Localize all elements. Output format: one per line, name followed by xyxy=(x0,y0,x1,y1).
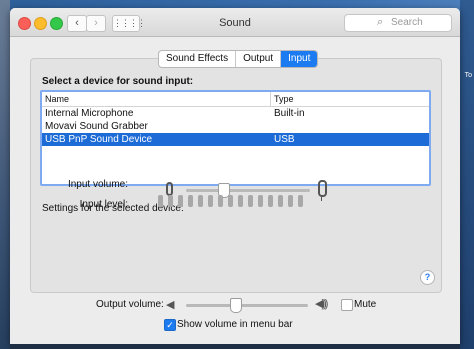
column-header-type[interactable]: Type xyxy=(274,94,294,104)
output-volume-slider-knob[interactable] xyxy=(229,298,242,313)
sound-preferences-window: ‹ › ⋮⋮⋮⋮ Sound ⌕ Search Sound Effects Ou… xyxy=(10,8,460,344)
microphone-icon xyxy=(166,182,173,200)
level-bar xyxy=(248,195,253,207)
device-type: USB xyxy=(274,134,295,145)
device-name: Movavi Sound Grabber xyxy=(45,121,148,132)
search-icon: ⌕ xyxy=(377,16,384,28)
tab-output[interactable]: Output xyxy=(236,51,282,67)
input-volume-track[interactable] xyxy=(186,189,310,192)
table-row[interactable]: Movavi Sound Grabber xyxy=(42,120,429,133)
tab-input[interactable]: Input xyxy=(281,51,318,67)
table-row-selected[interactable]: USB PnP Sound Device USB xyxy=(42,133,429,146)
title-bar: ‹ › ⋮⋮⋮⋮ Sound ⌕ Search xyxy=(10,8,460,37)
input-panel: Select a device for sound input: Name Ty… xyxy=(30,58,442,293)
level-bar xyxy=(288,195,293,207)
device-type: Built-in xyxy=(274,108,305,119)
device-name: USB PnP Sound Device xyxy=(45,134,153,145)
level-bar xyxy=(268,195,273,207)
device-list-heading: Select a device for sound input: xyxy=(42,76,194,87)
level-bar xyxy=(238,195,243,207)
speaker-icon: ◀ xyxy=(166,299,175,311)
level-bar xyxy=(188,195,193,207)
input-level-label: Input level: xyxy=(79,199,128,210)
search-placeholder: Search xyxy=(391,17,423,28)
microphone-icon xyxy=(318,180,327,201)
tab-bar: Sound Effects Output Input xyxy=(158,50,319,68)
output-volume-track[interactable] xyxy=(186,304,308,307)
output-volume-label: Output volume: xyxy=(96,299,164,310)
input-volume-label: Input volume: xyxy=(67,179,128,190)
mute-checkbox[interactable] xyxy=(341,299,353,311)
level-bar xyxy=(298,195,303,207)
desktop-text: To xyxy=(464,72,472,79)
level-bar xyxy=(228,195,233,207)
dock-strip xyxy=(10,344,460,349)
show-volume-label: Show volume in menu bar xyxy=(177,319,293,330)
mute-label: Mute xyxy=(354,299,377,310)
level-bar xyxy=(218,195,223,207)
level-bar xyxy=(168,195,173,207)
table-header: Name Type xyxy=(42,92,429,107)
device-name: Internal Microphone xyxy=(45,108,134,119)
level-bar xyxy=(198,195,203,207)
help-button[interactable]: ? xyxy=(420,270,435,285)
level-bar xyxy=(158,195,163,207)
show-volume-checkbox[interactable]: ✓ xyxy=(164,319,176,331)
device-table[interactable]: Name Type Internal Microphone Built-in M… xyxy=(40,90,431,186)
level-bar xyxy=(258,195,263,207)
desktop-left-edge xyxy=(0,0,10,349)
tab-sound-effects[interactable]: Sound Effects xyxy=(159,51,237,67)
desktop-right-edge xyxy=(460,0,474,349)
level-bar xyxy=(208,195,213,207)
speaker-loud-icon: ◀))) xyxy=(315,298,329,310)
column-divider xyxy=(270,92,271,106)
checkmark-icon: ✓ xyxy=(166,320,174,330)
level-bar xyxy=(178,195,183,207)
level-bar xyxy=(278,195,283,207)
column-header-name[interactable]: Name xyxy=(45,94,69,104)
input-level-meter xyxy=(158,195,303,207)
table-row[interactable]: Internal Microphone Built-in xyxy=(42,107,429,120)
search-field[interactable]: ⌕ Search xyxy=(344,14,452,32)
